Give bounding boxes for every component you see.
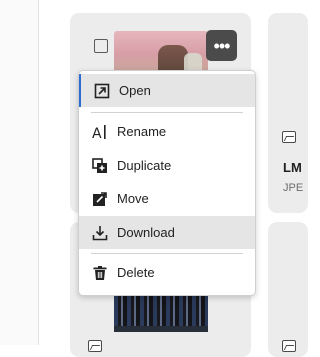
menu-divider [91,112,243,113]
sidebar-edge [0,0,39,345]
image-icon [88,340,102,352]
context-menu: Open A Rename Duplicate Move Download De… [78,70,256,296]
menu-item-label: Rename [117,124,167,139]
menu-item-delete[interactable]: Delete [79,256,255,289]
select-checkbox[interactable] [94,39,108,53]
menu-item-rename[interactable]: A Rename [79,115,255,148]
asset-card[interactable] [268,222,308,357]
asset-type: JPE [283,182,304,194]
asset-card[interactable]: LM JPE [268,13,308,213]
menu-item-download[interactable]: Download [79,216,255,249]
menu-item-label: Duplicate [117,158,172,173]
svg-text:A: A [92,126,102,140]
more-horizontal-icon: ••• [213,35,231,56]
menu-item-label: Move [117,191,149,206]
trash-icon [92,265,108,281]
menu-item-duplicate[interactable]: Duplicate [79,149,255,182]
open-external-icon [94,83,110,99]
image-icon [282,131,296,143]
menu-item-label: Download [117,225,175,240]
menu-item-label: Open [119,83,151,98]
asset-title: LM [283,160,302,175]
menu-item-open[interactable]: Open [79,74,255,107]
image-icon [282,340,296,352]
rename-icon: A [92,124,108,140]
move-icon [92,191,108,207]
more-options-button[interactable]: ••• [206,30,237,61]
download-icon [92,225,108,241]
menu-item-label: Delete [117,265,155,280]
duplicate-icon [92,157,108,174]
menu-divider [91,253,243,254]
menu-item-move[interactable]: Move [79,182,255,215]
